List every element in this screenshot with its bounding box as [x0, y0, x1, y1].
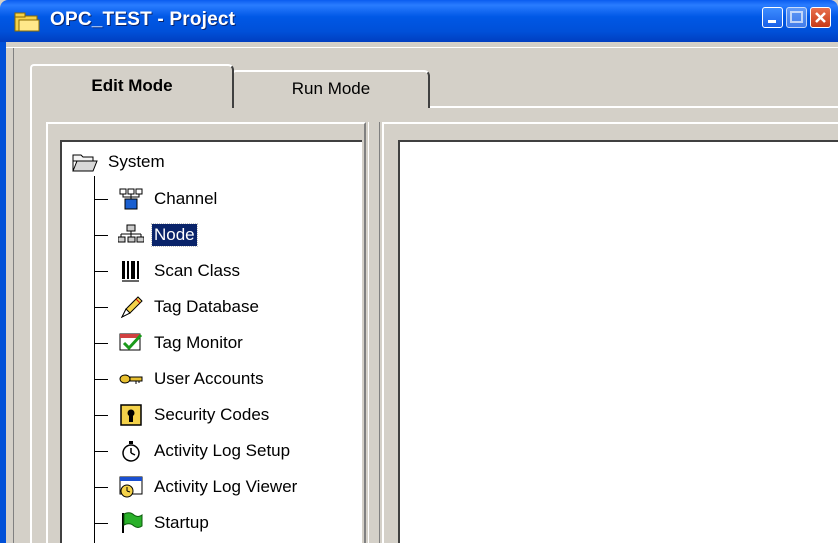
- tree-item-scan-class[interactable]: Scan Class: [118, 257, 242, 285]
- pen-document-icon: [120, 296, 143, 319]
- tree-connector: [94, 235, 108, 236]
- tree-connector: [94, 307, 108, 308]
- node-network-icon: [118, 224, 144, 243]
- tree-item-system[interactable]: System: [72, 148, 167, 176]
- tree-item-security-codes[interactable]: Security Codes: [118, 401, 271, 429]
- project-window: OPC_TEST - Project Edit Mode Run Mode Sy…: [0, 0, 838, 543]
- tab-run-mode[interactable]: Run Mode: [232, 70, 430, 108]
- tree-item-label: Tag Database: [154, 297, 259, 316]
- panel-splitter[interactable]: [368, 122, 380, 543]
- tree-connector: [94, 487, 108, 488]
- project-folder-icon: [14, 12, 40, 32]
- tree-item-channel[interactable]: Channel: [118, 185, 219, 213]
- tree-item-tag-monitor[interactable]: Tag Monitor: [118, 329, 245, 357]
- detail-view[interactable]: [398, 140, 838, 543]
- barcode-icon: [122, 261, 139, 282]
- tree-item-label: Security Codes: [154, 405, 270, 424]
- green-flag-icon: [122, 512, 143, 533]
- tree-connector: [94, 379, 108, 380]
- tree-connector: [94, 451, 108, 452]
- tree-item-label: Node: [151, 223, 198, 247]
- folder-open-icon: [72, 154, 98, 172]
- minimize-button[interactable]: [762, 7, 783, 28]
- tree-item-activity-log-viewer[interactable]: Activity Log Viewer: [118, 473, 299, 501]
- tree-item-tag-database[interactable]: Tag Database: [118, 293, 261, 321]
- channel-network-icon: [119, 188, 143, 210]
- tree-connector: [94, 523, 108, 524]
- tree-item-label: Tag Monitor: [154, 333, 243, 352]
- key-icon: [119, 374, 143, 384]
- tree-item-label: Scan Class: [154, 261, 240, 280]
- maximize-button[interactable]: [786, 7, 807, 28]
- title-bar[interactable]: OPC_TEST - Project: [0, 0, 838, 42]
- tree-item-label: System: [108, 152, 165, 171]
- tree-item-user-accounts[interactable]: User Accounts: [118, 365, 266, 393]
- window-border-top: [6, 42, 838, 48]
- tree-item-label: Channel: [154, 189, 218, 208]
- monitor-check-icon: [119, 333, 143, 351]
- tree-item-node[interactable]: Node: [118, 221, 198, 249]
- maximize-icon: [790, 11, 803, 23]
- tree-item-label: Startup: [154, 513, 209, 532]
- minimize-icon: [768, 20, 776, 23]
- tree-item-label: Activity Log Viewer: [154, 477, 298, 496]
- tree-item-label: Activity Log Setup: [154, 441, 291, 460]
- window-border: [6, 42, 14, 543]
- log-viewer-icon: [119, 476, 143, 498]
- close-icon: [815, 12, 826, 23]
- tab-edit-mode[interactable]: Edit Mode: [30, 64, 234, 108]
- lock-icon: [120, 404, 142, 426]
- tree-connector: [94, 415, 108, 416]
- window-title: OPC_TEST - Project: [50, 9, 236, 30]
- tree-connector: [94, 271, 108, 272]
- tree-item-activity-log-setup[interactable]: Activity Log Setup: [118, 437, 292, 465]
- tab-label: Edit Mode: [91, 76, 173, 95]
- tab-label: Run Mode: [291, 79, 371, 98]
- tree-connector: [94, 199, 108, 200]
- stopwatch-icon: [122, 441, 140, 462]
- tree-item-startup[interactable]: Startup: [118, 509, 211, 537]
- close-button[interactable]: [810, 7, 831, 28]
- tree-connector: [94, 343, 108, 344]
- tree-item-label: User Accounts: [154, 369, 264, 388]
